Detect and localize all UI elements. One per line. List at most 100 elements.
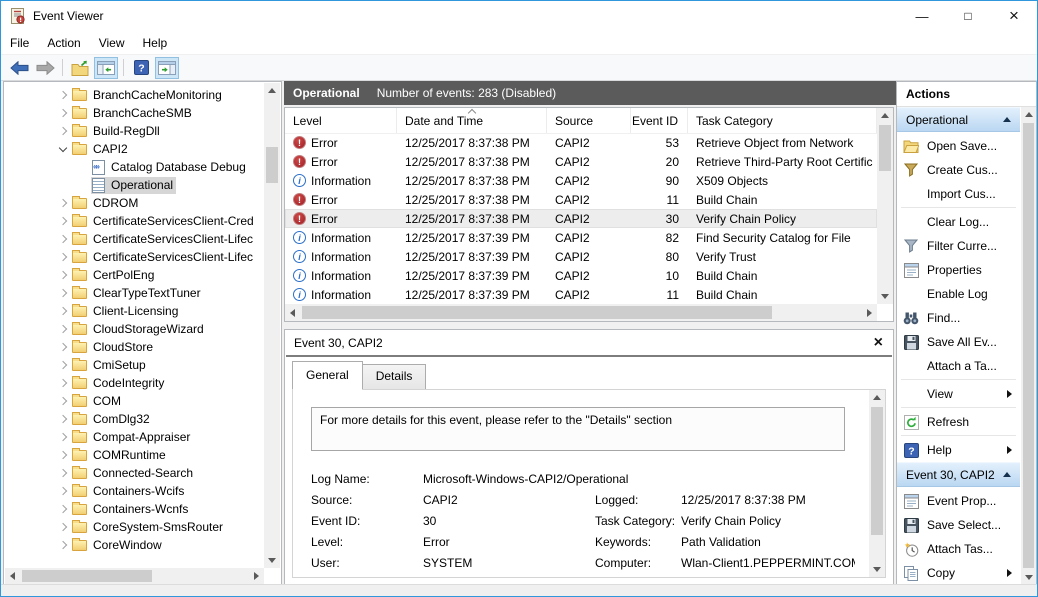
action-item-enable-log[interactable]: Enable Log: [897, 282, 1020, 306]
action-item-import-cus[interactable]: Import Cus...: [897, 182, 1020, 206]
expand-chevron-icon[interactable]: [55, 434, 71, 440]
actions-group-header[interactable]: Event 30, CAPI2: [897, 462, 1020, 487]
tree-item[interactable]: Compat-Appraiser: [5, 428, 264, 446]
console-tree-toggle-button[interactable]: [94, 57, 118, 79]
event-list-vertical-scrollbar[interactable]: [877, 108, 893, 304]
tab-details[interactable]: Details: [362, 364, 427, 390]
action-item-save-select[interactable]: Save Select...: [897, 513, 1020, 537]
expand-chevron-icon[interactable]: [55, 128, 71, 134]
tree-item[interactable]: CertificateServicesClient-Lifec: [5, 230, 264, 248]
maximize-button[interactable]: □: [945, 1, 991, 31]
tree-item[interactable]: CAPI2: [5, 140, 264, 158]
expand-chevron-icon[interactable]: [55, 254, 71, 260]
open-saved-log-button[interactable]: [68, 57, 92, 79]
tree-item[interactable]: CloudStorageWizard: [5, 320, 264, 338]
menu-help[interactable]: Help: [134, 33, 177, 53]
expand-chevron-icon[interactable]: [55, 524, 71, 530]
event-row[interactable]: !Error12/25/2017 8:37:38 PMCAPI220Retrie…: [285, 152, 877, 171]
expand-chevron-icon[interactable]: [55, 110, 71, 116]
tree-item[interactable]: Build-RegDll: [5, 122, 264, 140]
action-item-copy[interactable]: Copy: [897, 561, 1020, 585]
tree-item[interactable]: Connected-Search: [5, 464, 264, 482]
expand-chevron-icon[interactable]: [55, 272, 71, 278]
action-item-attach-a-ta[interactable]: Attach a Ta...: [897, 354, 1020, 378]
expand-chevron-icon[interactable]: [55, 308, 71, 314]
expand-chevron-icon[interactable]: [55, 290, 71, 296]
action-item-refresh[interactable]: Refresh: [897, 410, 1020, 434]
scrollbar-thumb[interactable]: [22, 570, 152, 582]
scroll-down-button[interactable]: [1021, 570, 1036, 585]
scroll-up-button[interactable]: [1021, 107, 1036, 122]
scroll-right-button[interactable]: [862, 304, 877, 321]
event-row[interactable]: iInformation12/25/2017 8:37:39 PMCAPI282…: [285, 228, 877, 247]
tree-item[interactable]: Operational: [5, 176, 264, 194]
action-item-save-all-ev[interactable]: Save All Ev...: [897, 330, 1020, 354]
menu-view[interactable]: View: [90, 33, 134, 53]
tree-item[interactable]: CDROM: [5, 194, 264, 212]
tree-item[interactable]: COM: [5, 392, 264, 410]
scrollbar-thumb[interactable]: [266, 147, 278, 183]
scroll-left-button[interactable]: [285, 304, 300, 321]
actions-group-header[interactable]: Operational: [897, 107, 1020, 132]
tree-item[interactable]: Containers-Wcnfs: [5, 500, 264, 518]
tree-item[interactable]: BranchCacheMonitoring: [5, 86, 264, 104]
preview-vertical-scrollbar[interactable]: [869, 390, 885, 577]
expand-chevron-icon[interactable]: [55, 236, 71, 242]
action-item-properties[interactable]: Properties: [897, 258, 1020, 282]
tree-vertical-scrollbar[interactable]: [264, 83, 280, 568]
back-arrow-button[interactable]: [7, 57, 31, 79]
collapse-caret-icon[interactable]: [1003, 117, 1011, 122]
event-row[interactable]: iInformation12/25/2017 8:37:38 PMCAPI290…: [285, 171, 877, 190]
scroll-down-button[interactable]: [869, 562, 885, 577]
expand-chevron-icon[interactable]: [55, 344, 71, 350]
scroll-down-button[interactable]: [264, 553, 280, 568]
scrollbar-thumb[interactable]: [1023, 123, 1034, 568]
action-item-find[interactable]: Find...: [897, 306, 1020, 330]
tree-item[interactable]: CertPolEng: [5, 266, 264, 284]
tree-item[interactable]: BranchCacheSMB: [5, 104, 264, 122]
expand-chevron-icon[interactable]: [55, 218, 71, 224]
event-row[interactable]: !Error12/25/2017 8:37:38 PMCAPI211Build …: [285, 190, 877, 209]
scroll-up-button[interactable]: [877, 108, 893, 123]
action-item-event-prop[interactable]: Event Prop...: [897, 489, 1020, 513]
collapse-caret-icon[interactable]: [1003, 472, 1011, 477]
scroll-right-button[interactable]: [249, 568, 264, 584]
expand-chevron-icon[interactable]: [55, 506, 71, 512]
event-row[interactable]: !Error12/25/2017 8:37:38 PMCAPI253Retrie…: [285, 133, 877, 152]
scroll-left-button[interactable]: [5, 568, 20, 584]
help-button[interactable]: ?: [129, 57, 153, 79]
scroll-down-button[interactable]: [877, 289, 893, 304]
expand-chevron-icon[interactable]: [55, 542, 71, 548]
column-header-level[interactable]: Level: [285, 108, 397, 133]
tree-item[interactable]: CertificateServicesClient-Lifec: [5, 248, 264, 266]
column-header-task-category[interactable]: Task Category: [688, 108, 877, 133]
action-item-clear-log[interactable]: Clear Log...: [897, 210, 1020, 234]
expand-chevron-icon[interactable]: [55, 92, 71, 98]
column-header-event-id[interactable]: Event ID: [631, 108, 688, 133]
scroll-up-button[interactable]: [869, 390, 885, 405]
action-item-open-save[interactable]: Open Save...: [897, 134, 1020, 158]
tree-item[interactable]: COMRuntime: [5, 446, 264, 464]
scroll-up-button[interactable]: [264, 83, 280, 98]
expand-chevron-icon[interactable]: [55, 326, 71, 332]
action-item-filter-curre[interactable]: Filter Curre...: [897, 234, 1020, 258]
action-pane-toggle-button[interactable]: [155, 57, 179, 79]
tree-item[interactable]: CertificateServicesClient-Cred: [5, 212, 264, 230]
expand-chevron-icon[interactable]: [55, 200, 71, 206]
scrollbar-thumb[interactable]: [871, 407, 883, 535]
tree-item[interactable]: ComDlg32: [5, 410, 264, 428]
minimize-button[interactable]: —: [899, 1, 945, 31]
tree-item[interactable]: CmiSetup: [5, 356, 264, 374]
action-item-help[interactable]: ?Help: [897, 438, 1020, 462]
tree-item[interactable]: Catalog Database Debug: [5, 158, 264, 176]
expand-chevron-icon[interactable]: [55, 362, 71, 368]
tree-item[interactable]: CloudStore: [5, 338, 264, 356]
event-row[interactable]: iInformation12/25/2017 8:37:39 PMCAPI211…: [285, 285, 877, 304]
action-item-view[interactable]: View: [897, 382, 1020, 406]
menu-action[interactable]: Action: [38, 33, 89, 53]
action-item-attach-tas[interactable]: Attach Tas...: [897, 537, 1020, 561]
scrollbar-thumb[interactable]: [302, 306, 772, 319]
tree-item[interactable]: CoreSystem-SmsRouter: [5, 518, 264, 536]
tree-item[interactable]: Client-Licensing: [5, 302, 264, 320]
tree-horizontal-scrollbar[interactable]: [5, 568, 264, 584]
